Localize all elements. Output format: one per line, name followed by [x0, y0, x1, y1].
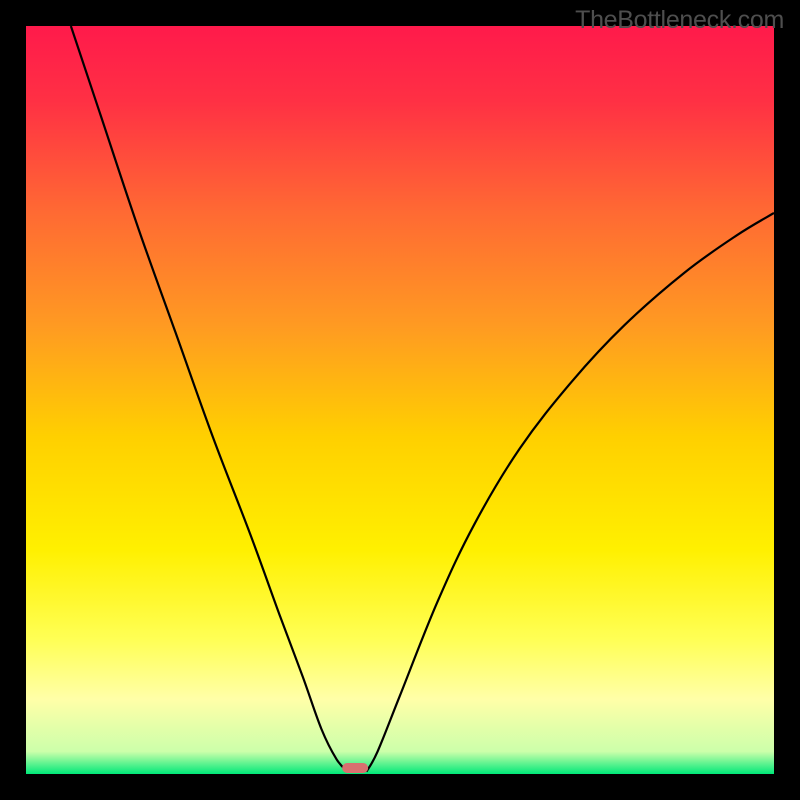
chart-container: TheBottleneck.com	[0, 0, 800, 800]
gradient-background	[26, 26, 774, 774]
chart-svg	[26, 26, 774, 774]
minimum-marker	[342, 763, 368, 773]
chart-plot-area	[26, 26, 774, 774]
watermark-text: TheBottleneck.com	[575, 6, 784, 35]
